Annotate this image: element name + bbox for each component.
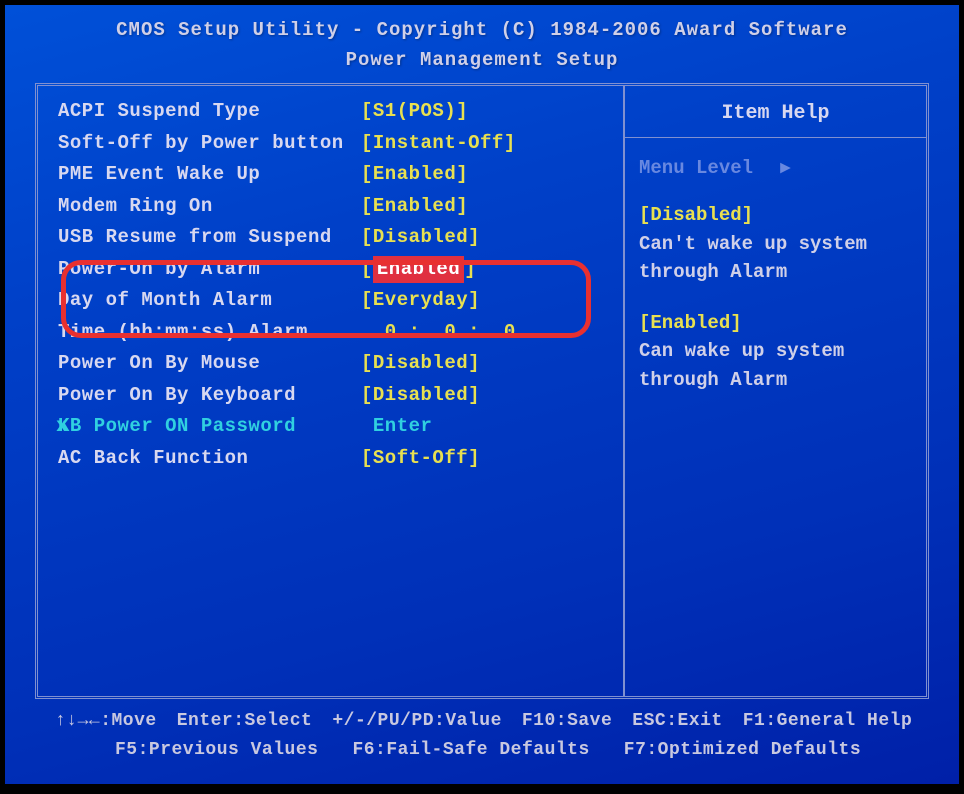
help-section: [Disabled]Can't wake up system through A…	[639, 201, 912, 287]
footer-key-hint: F1:General Help	[743, 707, 913, 736]
chevron-right-icon: ▸	[780, 156, 790, 179]
setting-label: Power On By Mouse	[58, 350, 361, 378]
setting-label: Soft-Off by Power button	[58, 130, 361, 158]
footer-key-hint: ↑↓→←:Move	[55, 707, 157, 736]
setting-value[interactable]: [S1(POS)]	[361, 98, 468, 126]
setting-label: KB Power ON Password	[58, 413, 361, 441]
setting-value[interactable]: [Disabled]	[361, 224, 480, 252]
header-title-1: CMOS Setup Utility - Copyright (C) 1984-…	[5, 15, 959, 45]
setting-row[interactable]: Power On By Mouse[Disabled]	[58, 348, 623, 380]
setting-value[interactable]: [Instant-Off]	[361, 130, 516, 158]
setting-row[interactable]: Day of Month Alarm[Everyday]	[58, 285, 623, 317]
setting-value[interactable]: 0 : 0 : 0	[361, 319, 516, 347]
disabled-x-icon: x	[56, 413, 68, 441]
setting-label: USB Resume from Suspend	[58, 224, 361, 252]
help-menu-level: Menu Level ▸	[639, 156, 912, 179]
setting-label: ACPI Suspend Type	[58, 98, 361, 126]
help-title: Item Help	[639, 102, 912, 125]
setting-label: PME Event Wake Up	[58, 161, 361, 189]
setting-label: AC Back Function	[58, 445, 361, 473]
footer-row-1: ↑↓→←:Move Enter:Select +/-/PU/PD:Value F10:…	[55, 707, 919, 736]
footer-key-hint: F10:Save	[522, 707, 612, 736]
setting-row[interactable]: USB Resume from Suspend[Disabled]	[58, 222, 623, 254]
help-text: Can't wake up system through Alarm	[639, 230, 912, 287]
setting-row[interactable]: ACPI Suspend Type[S1(POS)]	[58, 96, 623, 128]
footer-keys: ↑↓→←:Move Enter:Select +/-/PU/PD:Value F10:…	[5, 699, 959, 765]
footer-key-hint: Enter:Select	[177, 707, 313, 736]
setting-row[interactable]: Soft-Off by Power button[Instant-Off]	[58, 128, 623, 160]
settings-panel: ACPI Suspend Type[S1(POS)]Soft-Off by Po…	[38, 86, 623, 696]
setting-value[interactable]: [Enabled]	[361, 161, 468, 189]
setting-label: Power-On by Alarm	[58, 256, 361, 284]
setting-value[interactable]: [Disabled]	[361, 350, 480, 378]
setting-value[interactable]: Enabled	[373, 256, 464, 284]
setting-label: Modem Ring On	[58, 193, 361, 221]
help-text: Can wake up system through Alarm	[639, 337, 912, 394]
footer-row-2: F5:Previous Values F6:Fail-Safe Defaults F…	[55, 736, 919, 765]
setting-row[interactable]: Power-On by Alarm[Enabled]	[58, 254, 623, 286]
help-heading: [Disabled]	[639, 201, 912, 230]
help-panel: Item Help Menu Level ▸ [Disabled]Can't w…	[623, 86, 926, 696]
footer-key-hint: F6:Fail-Safe Defaults	[352, 736, 589, 765]
setting-value[interactable]: [Enabled]	[361, 193, 468, 221]
header-title-2: Power Management Setup	[5, 45, 959, 75]
setting-value[interactable]: Enter	[361, 413, 432, 441]
main-content-box: ACPI Suspend Type[S1(POS)]Soft-Off by Po…	[35, 83, 929, 699]
setting-value[interactable]: [Everyday]	[361, 287, 480, 315]
setting-row[interactable]: AC Back Function[Soft-Off]	[58, 443, 623, 475]
help-section: [Enabled]Can wake up system through Alar…	[639, 309, 912, 395]
setting-row[interactable]: xKB Power ON Password Enter	[58, 411, 623, 443]
footer-key-hint: ESC:Exit	[632, 707, 722, 736]
setting-label: Time (hh:mm:ss) Alarm	[58, 319, 361, 347]
help-heading: [Enabled]	[639, 309, 912, 338]
footer-key-hint: F7:Optimized Defaults	[624, 736, 861, 765]
help-divider	[625, 137, 926, 138]
setting-label: Day of Month Alarm	[58, 287, 361, 315]
bios-screen: CMOS Setup Utility - Copyright (C) 1984-…	[5, 5, 959, 784]
setting-value[interactable]: [Disabled]	[361, 382, 480, 410]
footer-key-hint: F5:Previous Values	[115, 736, 318, 765]
setting-value[interactable]: [Soft-Off]	[361, 445, 480, 473]
setting-row[interactable]: PME Event Wake Up[Enabled]	[58, 159, 623, 191]
footer-key-hint: +/-/PU/PD:Value	[332, 707, 502, 736]
setting-row[interactable]: Power On By Keyboard[Disabled]	[58, 380, 623, 412]
setting-label: Power On By Keyboard	[58, 382, 361, 410]
setting-row[interactable]: Time (hh:mm:ss) Alarm 0 : 0 : 0	[58, 317, 623, 349]
setting-row[interactable]: Modem Ring On[Enabled]	[58, 191, 623, 223]
